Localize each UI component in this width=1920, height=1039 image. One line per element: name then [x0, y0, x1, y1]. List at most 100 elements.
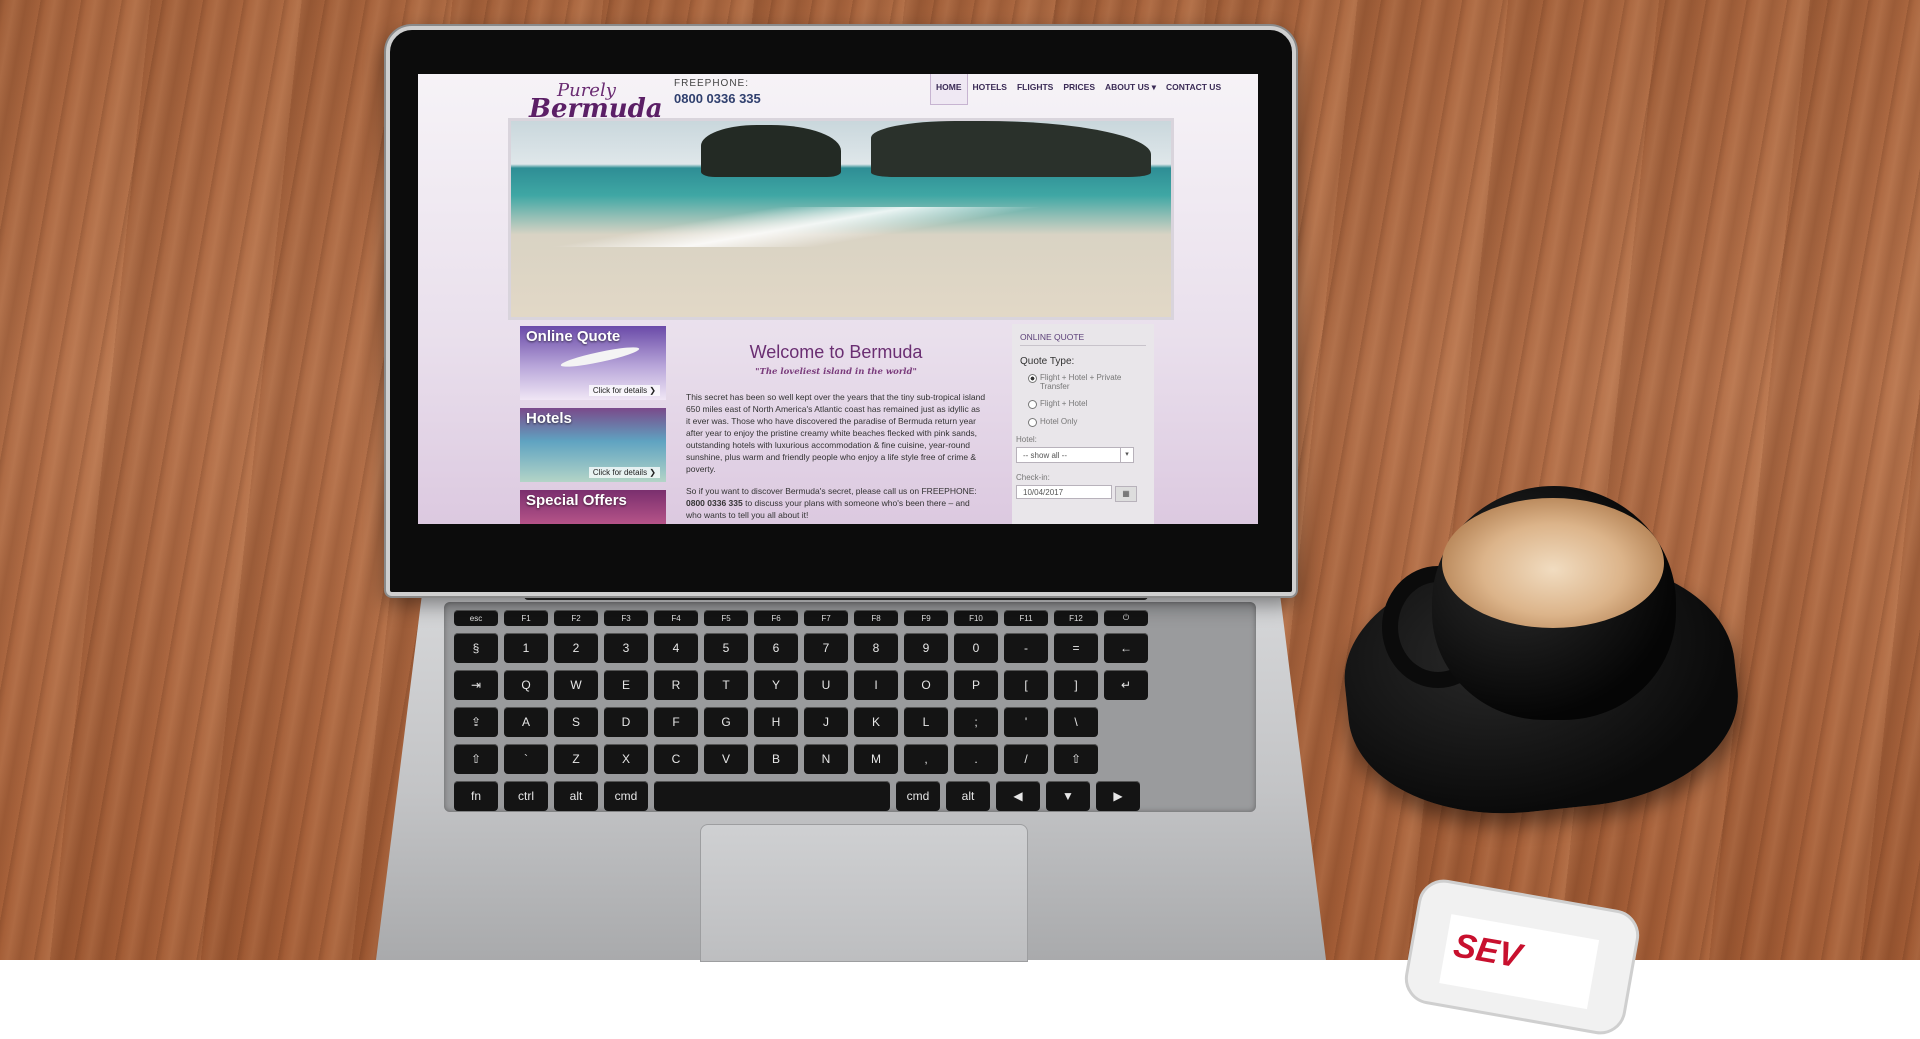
key[interactable]: alt [946, 781, 990, 811]
promo-special-offers[interactable]: Special Offers [520, 490, 666, 524]
key[interactable]: F10 [954, 610, 998, 626]
key[interactable]: N [804, 744, 848, 774]
key[interactable]: 3 [604, 633, 648, 663]
key[interactable]: 4 [654, 633, 698, 663]
radio-flight-hotel-transfer[interactable]: Flight + Hotel + Private Transfer [1028, 373, 1146, 391]
key[interactable]: ⇧ [454, 744, 498, 774]
key[interactable]: ▼ [1046, 781, 1090, 811]
key[interactable]: K [854, 707, 898, 737]
key[interactable]: , [904, 744, 948, 774]
nav-home[interactable]: HOME [930, 74, 968, 105]
key[interactable]: esc [454, 610, 498, 626]
key[interactable]: = [1054, 633, 1098, 663]
key[interactable]: ; [954, 707, 998, 737]
key[interactable]: A [504, 707, 548, 737]
key[interactable]: W [554, 670, 598, 700]
key[interactable]: 1 [504, 633, 548, 663]
key[interactable]: U [804, 670, 848, 700]
key[interactable]: G [704, 707, 748, 737]
key[interactable]: 0 [954, 633, 998, 663]
key[interactable]: Z [554, 744, 598, 774]
key[interactable]: L [904, 707, 948, 737]
nav-contact-us[interactable]: CONTACT US [1161, 74, 1226, 104]
key[interactable]: F12 [1054, 610, 1098, 626]
key[interactable]: ⇪ [454, 707, 498, 737]
key[interactable]: fn [454, 781, 498, 811]
key[interactable]: ] [1054, 670, 1098, 700]
hotel-select[interactable]: -- show all -- ▾ [1016, 447, 1134, 463]
key[interactable]: F9 [904, 610, 948, 626]
freephone-number[interactable]: 0800 0336 335 [674, 91, 761, 106]
key[interactable]: \ [1054, 707, 1098, 737]
promo-cta[interactable]: Click for details ❯ [588, 467, 660, 478]
key[interactable]: ctrl [504, 781, 548, 811]
key[interactable]: O [904, 670, 948, 700]
key[interactable]: 7 [804, 633, 848, 663]
trackpad[interactable] [700, 824, 1028, 962]
key[interactable]: F3 [604, 610, 648, 626]
spacebar-key[interactable] [654, 781, 890, 811]
key[interactable]: F2 [554, 610, 598, 626]
key[interactable]: J [804, 707, 848, 737]
key[interactable]: cmd [604, 781, 648, 811]
key[interactable]: 2 [554, 633, 598, 663]
key[interactable]: F1 [504, 610, 548, 626]
key[interactable]: H [754, 707, 798, 737]
calendar-icon[interactable]: ▦ [1115, 486, 1137, 502]
key[interactable]: ⇧ [1054, 744, 1098, 774]
promo-cta[interactable]: Click for details ❯ [588, 385, 660, 396]
key[interactable]: B [754, 744, 798, 774]
radio-button[interactable] [1028, 400, 1037, 409]
key[interactable]: X [604, 744, 648, 774]
key[interactable]: ⏻ [1104, 610, 1148, 626]
key[interactable]: alt [554, 781, 598, 811]
key[interactable]: T [704, 670, 748, 700]
key[interactable]: F11 [1004, 610, 1048, 626]
key[interactable]: . [954, 744, 998, 774]
key[interactable]: ' [1004, 707, 1048, 737]
checkin-date-input[interactable]: 10/04/2017 ▦ [1016, 485, 1137, 502]
key[interactable]: ← [1104, 633, 1148, 663]
key[interactable]: ▶ [1096, 781, 1140, 811]
radio-button[interactable] [1028, 374, 1037, 383]
key[interactable]: Y [754, 670, 798, 700]
key[interactable]: F4 [654, 610, 698, 626]
radio-button[interactable] [1028, 418, 1037, 427]
key[interactable]: F [654, 707, 698, 737]
key[interactable]: F6 [754, 610, 798, 626]
key[interactable]: ↵ [1104, 670, 1148, 700]
key[interactable]: R [654, 670, 698, 700]
key[interactable]: cmd [896, 781, 940, 811]
key[interactable]: F8 [854, 610, 898, 626]
key[interactable]: 9 [904, 633, 948, 663]
key[interactable]: V [704, 744, 748, 774]
key[interactable]: / [1004, 744, 1048, 774]
key[interactable]: I [854, 670, 898, 700]
key[interactable]: F5 [704, 610, 748, 626]
key[interactable]: 8 [854, 633, 898, 663]
key[interactable]: 5 [704, 633, 748, 663]
promo-hotels[interactable]: Hotels Click for details ❯ [520, 408, 666, 482]
key[interactable]: M [854, 744, 898, 774]
key[interactable]: C [654, 744, 698, 774]
nav-prices[interactable]: PRICES [1058, 74, 1100, 104]
key[interactable]: - [1004, 633, 1048, 663]
key[interactable]: D [604, 707, 648, 737]
nav-hotels[interactable]: HOTELS [968, 74, 1012, 104]
promo-online-quote[interactable]: Online Quote Click for details ❯ [520, 326, 666, 400]
key[interactable]: Q [504, 670, 548, 700]
key[interactable]: 6 [754, 633, 798, 663]
key[interactable]: § [454, 633, 498, 663]
nav-about-us[interactable]: ABOUT US ▾ [1100, 74, 1161, 104]
radio-hotel-only[interactable]: Hotel Only [1028, 417, 1146, 427]
key[interactable]: S [554, 707, 598, 737]
key[interactable]: ◀ [996, 781, 1040, 811]
key[interactable]: [ [1004, 670, 1048, 700]
radio-flight-hotel[interactable]: Flight + Hotel [1028, 399, 1146, 409]
key[interactable]: ` [504, 744, 548, 774]
nav-flights[interactable]: FLIGHTS [1012, 74, 1058, 104]
key[interactable]: P [954, 670, 998, 700]
key[interactable]: F7 [804, 610, 848, 626]
chevron-down-icon[interactable]: ▾ [1120, 448, 1133, 462]
key[interactable]: ⇥ [454, 670, 498, 700]
